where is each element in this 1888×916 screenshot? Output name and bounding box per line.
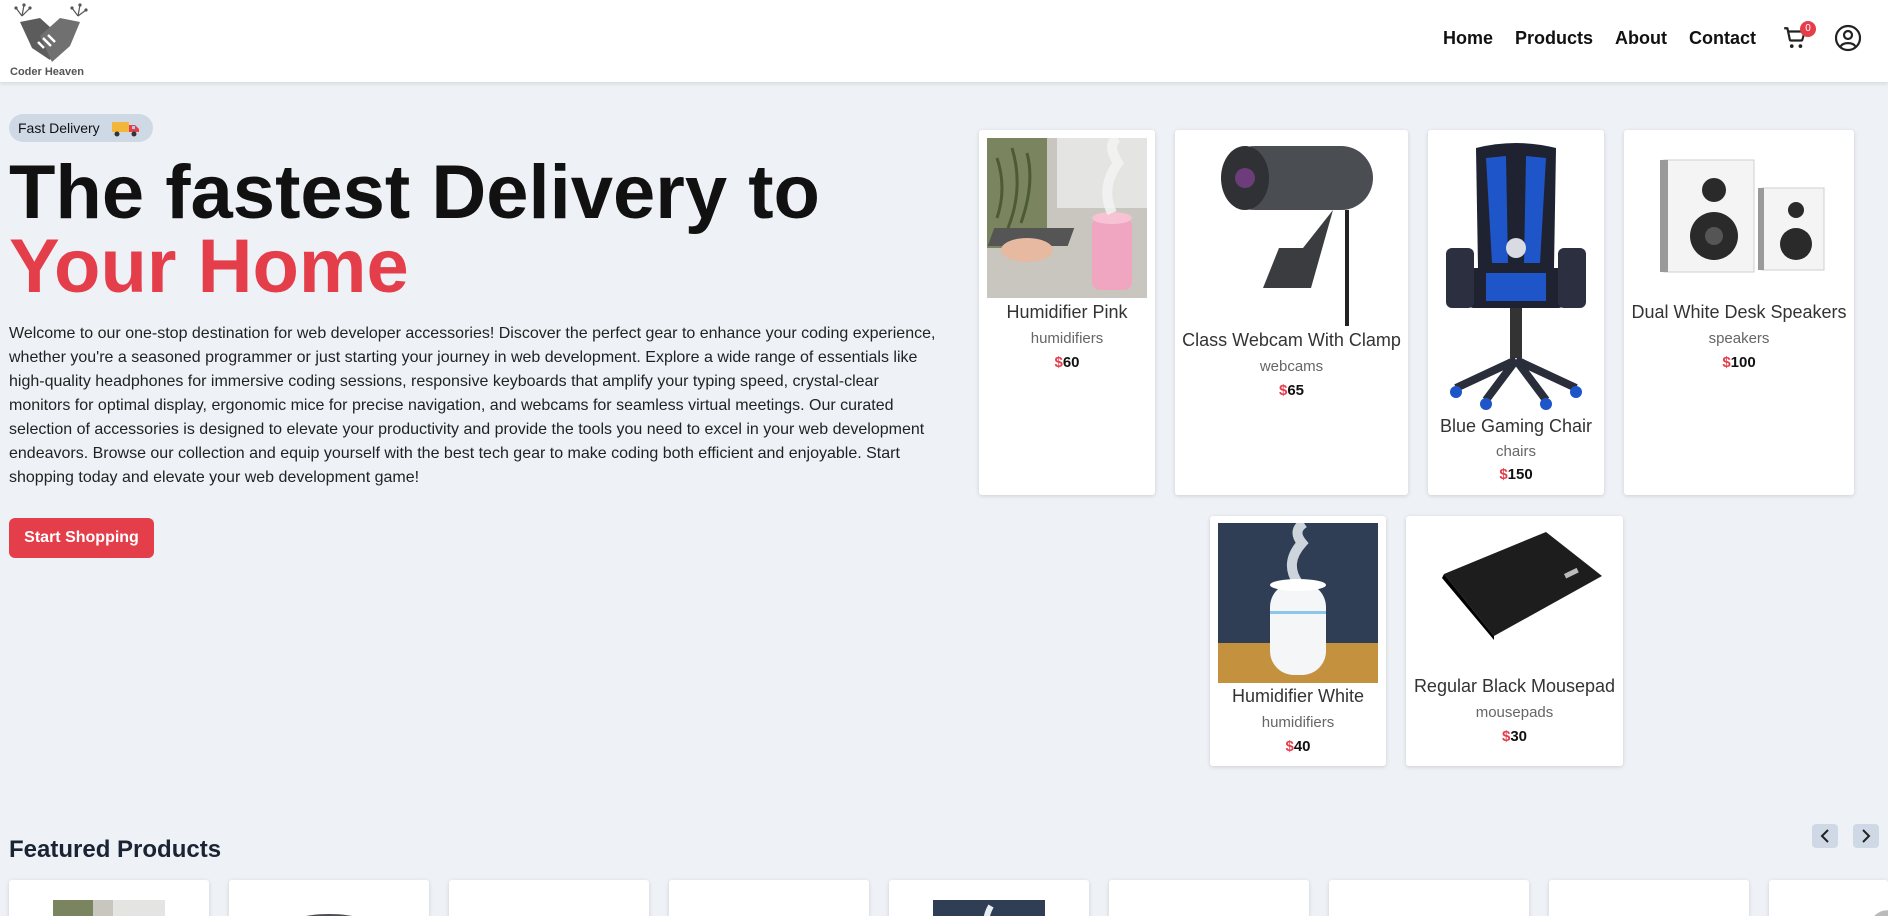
price-currency: $ xyxy=(1499,466,1508,483)
featured-card[interactable] xyxy=(889,880,1089,916)
price-value: 150 xyxy=(1507,466,1533,483)
truck-icon xyxy=(112,122,139,137)
featured-products-title: Featured Products xyxy=(9,836,222,863)
price-value: 65 xyxy=(1287,382,1305,399)
product-price: $100 xyxy=(1624,354,1854,371)
featured-image xyxy=(305,914,353,916)
featured-card[interactable] xyxy=(1109,880,1309,916)
featured-image xyxy=(1593,900,1705,916)
product-price: $60 xyxy=(979,354,1155,371)
product-card[interactable]: Humidifier Pink humidifiers $60 xyxy=(979,130,1155,495)
user-icon[interactable] xyxy=(1834,24,1862,52)
featured-image xyxy=(1153,900,1265,916)
product-name: Humidifier White xyxy=(1231,686,1365,706)
product-category: humidifiers xyxy=(1030,330,1104,347)
logo-text: Coder Heaven xyxy=(10,66,84,78)
product-price: $30 xyxy=(1406,728,1623,745)
product-price: $65 xyxy=(1175,382,1408,399)
product-category: webcams xyxy=(1259,358,1324,375)
hero-title-line1: The fastest Delivery to xyxy=(9,150,820,235)
product-category: chairs xyxy=(1495,443,1536,460)
product-image xyxy=(1442,532,1602,640)
product-image xyxy=(1660,159,1825,273)
product-category: speakers xyxy=(1708,330,1770,347)
product-image xyxy=(987,138,1147,298)
featured-card[interactable] xyxy=(449,880,649,916)
site-header: Coder Heaven Home Products About Contact… xyxy=(0,0,1888,82)
price-value: 100 xyxy=(1730,354,1756,371)
product-category: mousepads xyxy=(1475,704,1554,721)
product-name: Regular Black Mousepad xyxy=(1413,676,1616,696)
cart-count-badge: 0 xyxy=(1800,21,1816,37)
product-name: Humidifier Pink xyxy=(1006,302,1128,322)
featured-image xyxy=(53,900,165,916)
main-nav: Home Products About Contact 0 xyxy=(1443,21,1862,52)
carousel-next-button[interactable] xyxy=(1853,824,1879,848)
fast-delivery-badge: Fast Delivery xyxy=(9,114,153,142)
product-price: $40 xyxy=(1210,738,1386,755)
chevron-left-icon xyxy=(1820,829,1829,843)
featured-image xyxy=(1373,900,1485,916)
featured-card[interactable] xyxy=(229,880,429,916)
chevron-right-icon xyxy=(1862,829,1871,843)
featured-card[interactable] xyxy=(1549,880,1749,916)
featured-card[interactable] xyxy=(1329,880,1529,916)
hero-title: The fastest Delivery to Your Home xyxy=(9,155,820,309)
hero-description: Welcome to our one-stop destination for … xyxy=(9,325,936,486)
nav-about[interactable]: About xyxy=(1615,28,1667,49)
product-card[interactable]: Humidifier White humidifiers $40 xyxy=(1210,516,1386,766)
product-category: humidifiers xyxy=(1261,714,1335,731)
product-card[interactable]: Class Webcam With Clamp webcams $65 xyxy=(1175,130,1408,495)
start-shopping-button[interactable]: Start Shopping xyxy=(9,518,154,558)
cart-button[interactable]: 0 xyxy=(1782,21,1816,51)
price-currency: $ xyxy=(1722,354,1731,371)
price-value: 30 xyxy=(1510,728,1528,745)
featured-card[interactable] xyxy=(9,880,209,916)
featured-image xyxy=(1874,910,1888,916)
product-image xyxy=(1221,146,1373,326)
price-currency: $ xyxy=(1054,354,1063,371)
featured-card[interactable] xyxy=(1769,880,1888,916)
badge-label: Fast Delivery xyxy=(18,120,100,136)
product-name: Blue Gaming Chair xyxy=(1439,416,1593,436)
featured-card[interactable] xyxy=(669,880,869,916)
hero-title-line2: Your Home xyxy=(9,224,409,309)
featured-image xyxy=(493,900,605,916)
price-currency: $ xyxy=(1285,738,1294,755)
product-image xyxy=(1446,143,1586,410)
product-card[interactable]: Blue Gaming Chair chairs $150 xyxy=(1428,130,1604,495)
featured-image xyxy=(933,900,1045,916)
featured-image xyxy=(713,900,825,916)
nav-home[interactable]: Home xyxy=(1443,28,1493,49)
price-value: 40 xyxy=(1293,738,1311,755)
nav-products[interactable]: Products xyxy=(1515,28,1593,49)
product-image xyxy=(1218,523,1378,683)
price-value: 60 xyxy=(1062,354,1080,371)
carousel-prev-button[interactable] xyxy=(1812,824,1838,848)
product-name: Dual White Desk Speakers xyxy=(1631,302,1847,322)
product-price: $150 xyxy=(1428,466,1604,483)
product-card[interactable]: Regular Black Mousepad mousepads $30 xyxy=(1406,516,1623,766)
nav-contact[interactable]: Contact xyxy=(1689,28,1756,49)
product-card[interactable]: Dual White Desk Speakers speakers $100 xyxy=(1624,130,1854,495)
product-name: Class Webcam With Clamp xyxy=(1182,330,1401,350)
